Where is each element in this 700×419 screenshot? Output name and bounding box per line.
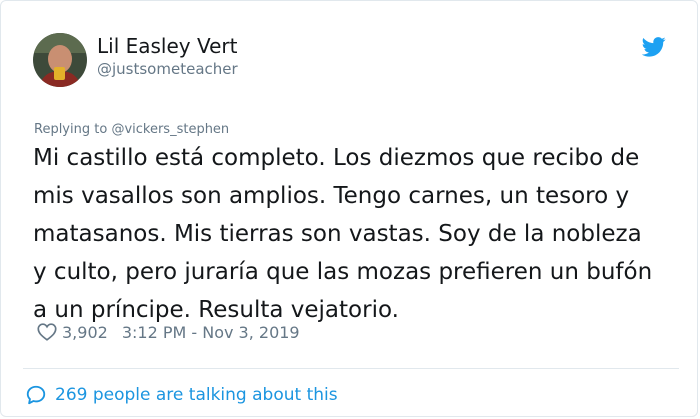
talking-about-link[interactable]: 269 people are talking about this	[25, 382, 338, 408]
replying-to-label: Replying to	[34, 122, 112, 137]
heart-icon[interactable]	[36, 321, 58, 343]
like-count[interactable]: 3,902	[62, 323, 108, 342]
tweet-card: Lil Easley Vert @justsometeacher Replyin…	[0, 0, 698, 417]
tweet-text-line: matasanos. Mis tierras son vastas. Soy d…	[33, 221, 642, 247]
tweet-text: Mi castillo está completo. Los diezmos q…	[33, 139, 693, 329]
avatar[interactable]	[33, 33, 87, 87]
reply-mention-link[interactable]: @vickers_stephen	[111, 122, 229, 137]
tweet-text-line: y culto, pero juraría que las mozas pref…	[33, 259, 653, 285]
speech-bubble-icon	[26, 385, 46, 405]
twitter-bird-icon[interactable]	[642, 37, 666, 57]
tweet-text-line: Mi castillo está completo. Los diezmos q…	[33, 145, 640, 171]
tweet-meta: 3,902 3:12 PM - Nov 3, 2019	[36, 318, 300, 346]
display-name[interactable]: Lil Easley Vert	[97, 34, 237, 58]
tweet-timestamp[interactable]: 3:12 PM - Nov 3, 2019	[122, 323, 300, 342]
divider	[23, 368, 679, 369]
user-handle[interactable]: @justsometeacher	[97, 60, 238, 78]
tweet-text-line: mis vasallos son amplios. Tengo carnes, …	[33, 183, 630, 209]
replying-to: Replying to @vickers_stephen	[34, 122, 229, 137]
talking-about-label: 269 people are talking about this	[55, 385, 338, 405]
avatar-image	[33, 33, 87, 87]
